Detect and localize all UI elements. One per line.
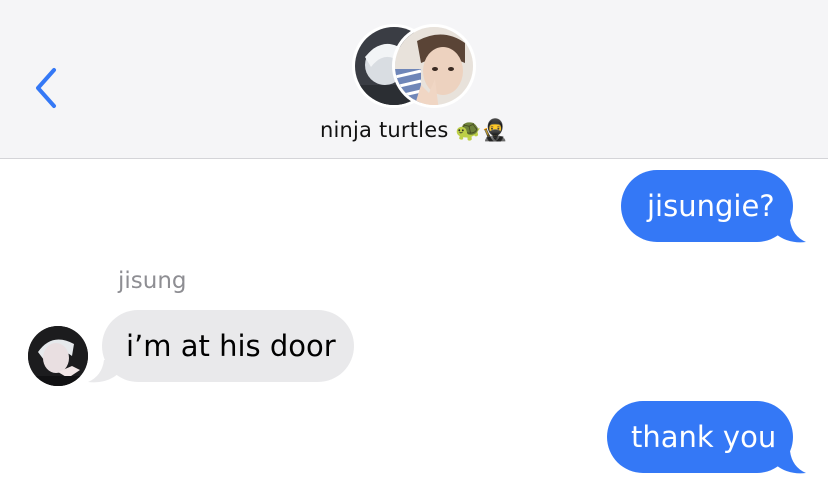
bubble-tail-outgoing <box>776 220 806 243</box>
chevron-left-icon <box>36 68 56 108</box>
bubble-tail-outgoing <box>776 451 806 474</box>
conversation-header: ninja turtles 🐢🥷 <box>0 0 828 159</box>
group-avatar[interactable] <box>352 24 478 108</box>
sender-avatar[interactable] <box>28 326 88 386</box>
message-bubble-incoming[interactable]: i’m at his door <box>102 310 354 382</box>
group-name[interactable]: ninja turtles 🐢🥷 <box>0 118 828 143</box>
member-avatar-front <box>392 24 476 108</box>
message-bubble-outgoing[interactable]: thank you <box>607 401 793 473</box>
message-bubble-outgoing[interactable]: jisungie? <box>621 170 793 242</box>
back-button[interactable] <box>26 62 66 114</box>
sender-name: jisung <box>118 268 187 294</box>
